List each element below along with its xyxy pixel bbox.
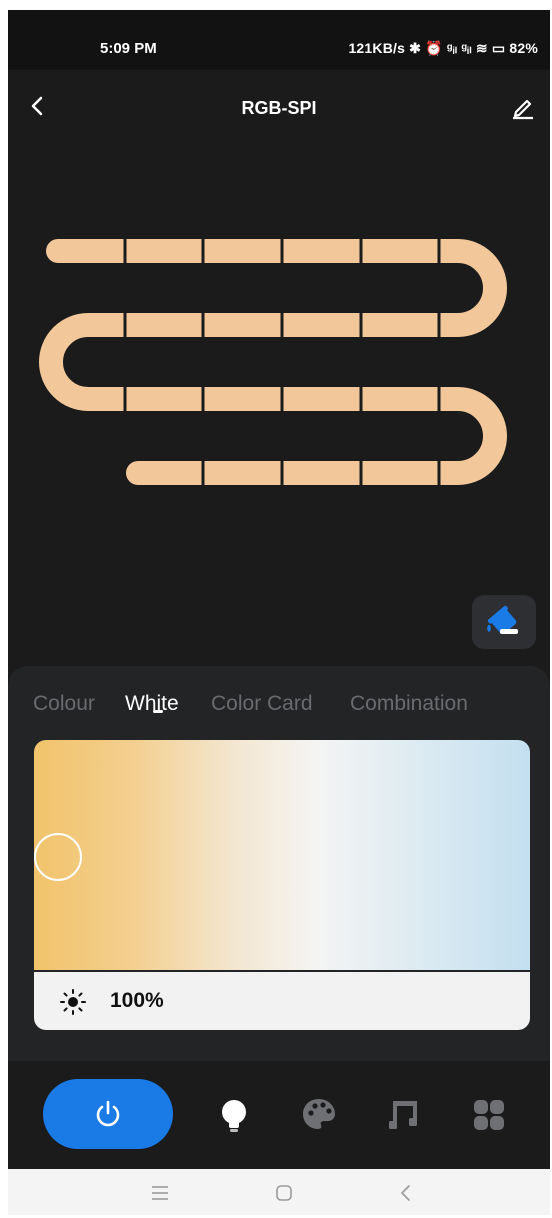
- tab-combination[interactable]: Combination: [350, 692, 468, 716]
- active-tab-indicator: [153, 710, 163, 713]
- status-time: 5:09 PM: [100, 40, 157, 57]
- music-icon[interactable]: [384, 1095, 424, 1135]
- grid-icon[interactable]: [469, 1095, 509, 1135]
- led-strip: [39, 239, 507, 485]
- bulb-icon[interactable]: [214, 1095, 254, 1135]
- power-button[interactable]: [43, 1079, 173, 1149]
- menu-icon[interactable]: [146, 1179, 174, 1207]
- bottom-nav: [8, 1061, 550, 1169]
- status-bar: 5:09 PM 121KB/s ✱ ⏰ ᵍᵢₗ ᵍᵢₗ ≋ ▭ 82%: [8, 10, 550, 70]
- tab-white[interactable]: White: [125, 692, 179, 716]
- sun-icon: [60, 989, 86, 1015]
- power-icon: [96, 1100, 120, 1127]
- led-strip-preview: [39, 236, 507, 488]
- brightness-slider[interactable]: 100%: [34, 972, 530, 1030]
- home-icon[interactable]: [270, 1179, 298, 1207]
- paint-bucket-button[interactable]: [472, 595, 536, 649]
- control-panel: Colour White Color Card Combination 100%: [8, 666, 550, 1061]
- tab-color-card[interactable]: Color Card: [211, 692, 313, 716]
- picker-handle[interactable]: [34, 833, 82, 881]
- phone-screen: 5:09 PM 121KB/s ✱ ⏰ ᵍᵢₗ ᵍᵢₗ ≋ ▭ 82% RGB-…: [8, 10, 550, 1215]
- back-icon[interactable]: [392, 1179, 420, 1207]
- brightness-value: 100%: [110, 989, 164, 1012]
- palette-icon[interactable]: [299, 1095, 339, 1135]
- white-temperature-picker[interactable]: [34, 740, 530, 970]
- app-header: RGB-SPI: [8, 70, 550, 134]
- pencil-icon[interactable]: [510, 94, 536, 120]
- paint-bucket-icon: [487, 605, 518, 635]
- status-indicators: 121KB/s ✱ ⏰ ᵍᵢₗ ᵍᵢₗ ≋ ▭ 82%: [348, 40, 538, 56]
- page-title: RGB-SPI: [241, 98, 317, 118]
- strip-segment-dividers: [123, 236, 441, 488]
- tab-colour[interactable]: Colour: [33, 692, 95, 716]
- system-nav-bar: [8, 1169, 550, 1215]
